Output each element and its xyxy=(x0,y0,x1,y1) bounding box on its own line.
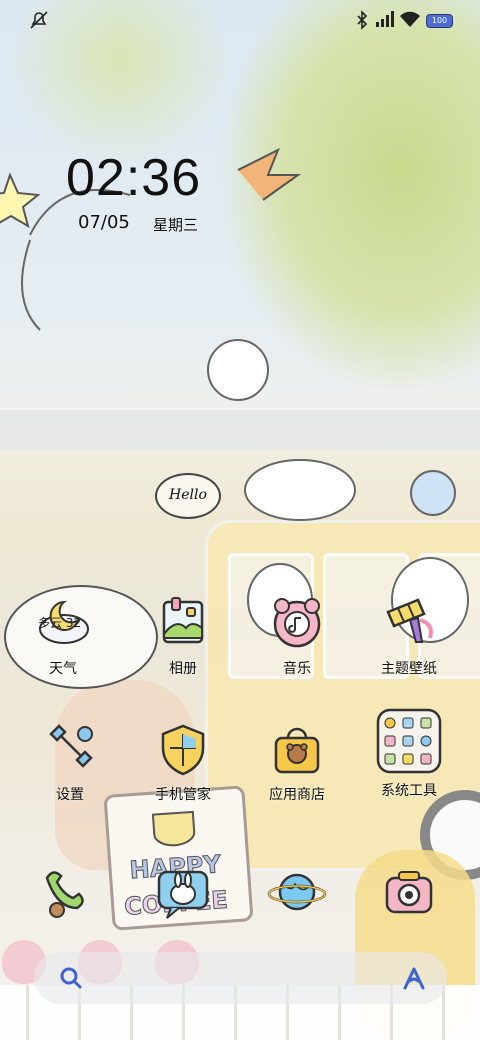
dock-messages[interactable] xyxy=(128,862,238,922)
system-tools-folder-icon xyxy=(376,708,442,774)
app-weather[interactable]: 多云 32 天气 xyxy=(8,594,118,678)
bluetooth-icon xyxy=(357,10,368,30)
phone-manager-icon xyxy=(154,720,212,778)
app-label: 天气 xyxy=(49,661,77,677)
dock-camera[interactable] xyxy=(354,862,464,922)
weather-condition-text: 多云 32 xyxy=(38,616,82,630)
search-icon[interactable] xyxy=(58,964,84,992)
weather-icon: 多云 32 xyxy=(34,594,92,652)
assistant-icon[interactable] xyxy=(401,964,427,992)
app-gallery[interactable]: 相册 xyxy=(128,594,238,678)
app-label: 主题壁纸 xyxy=(381,661,437,677)
search-bar[interactable] xyxy=(34,952,447,1004)
app-label: 音乐 xyxy=(283,661,311,677)
dock-phone[interactable] xyxy=(8,862,118,922)
app-system-tools-folder[interactable]: 系统工具 xyxy=(354,708,464,800)
phone-icon xyxy=(33,862,93,922)
mute-icon xyxy=(30,11,48,29)
app-label: 相册 xyxy=(169,661,197,677)
clock-date: 07/05 xyxy=(78,212,130,233)
app-app-store[interactable]: 应用商店 xyxy=(242,720,352,804)
app-store-icon xyxy=(268,720,326,778)
app-theme-wallpaper[interactable]: 主题壁纸 xyxy=(354,594,464,678)
app-label: 系统工具 xyxy=(381,783,437,799)
app-phone-manager[interactable]: 手机管家 xyxy=(128,720,238,804)
battery-icon: 100 xyxy=(426,14,453,28)
music-icon xyxy=(268,594,326,652)
app-label: 手机管家 xyxy=(155,787,211,803)
clock-weekday: 星期三 xyxy=(153,216,199,234)
signal-icon xyxy=(376,11,394,27)
gallery-icon xyxy=(154,594,212,652)
camera-icon xyxy=(379,862,439,922)
app-settings[interactable]: 设置 xyxy=(15,720,125,804)
app-label: 应用商店 xyxy=(269,787,325,803)
browser-icon xyxy=(267,862,327,922)
theme-wallpaper-icon xyxy=(380,594,438,652)
settings-icon xyxy=(41,720,99,778)
clock-time[interactable]: 02:36 xyxy=(66,148,201,208)
status-bar: 100 xyxy=(0,0,480,40)
dock-browser[interactable] xyxy=(242,862,352,922)
messages-icon xyxy=(153,862,213,922)
wifi-icon xyxy=(400,11,420,27)
app-music[interactable]: 音乐 xyxy=(242,594,352,678)
app-label: 设置 xyxy=(56,787,84,803)
